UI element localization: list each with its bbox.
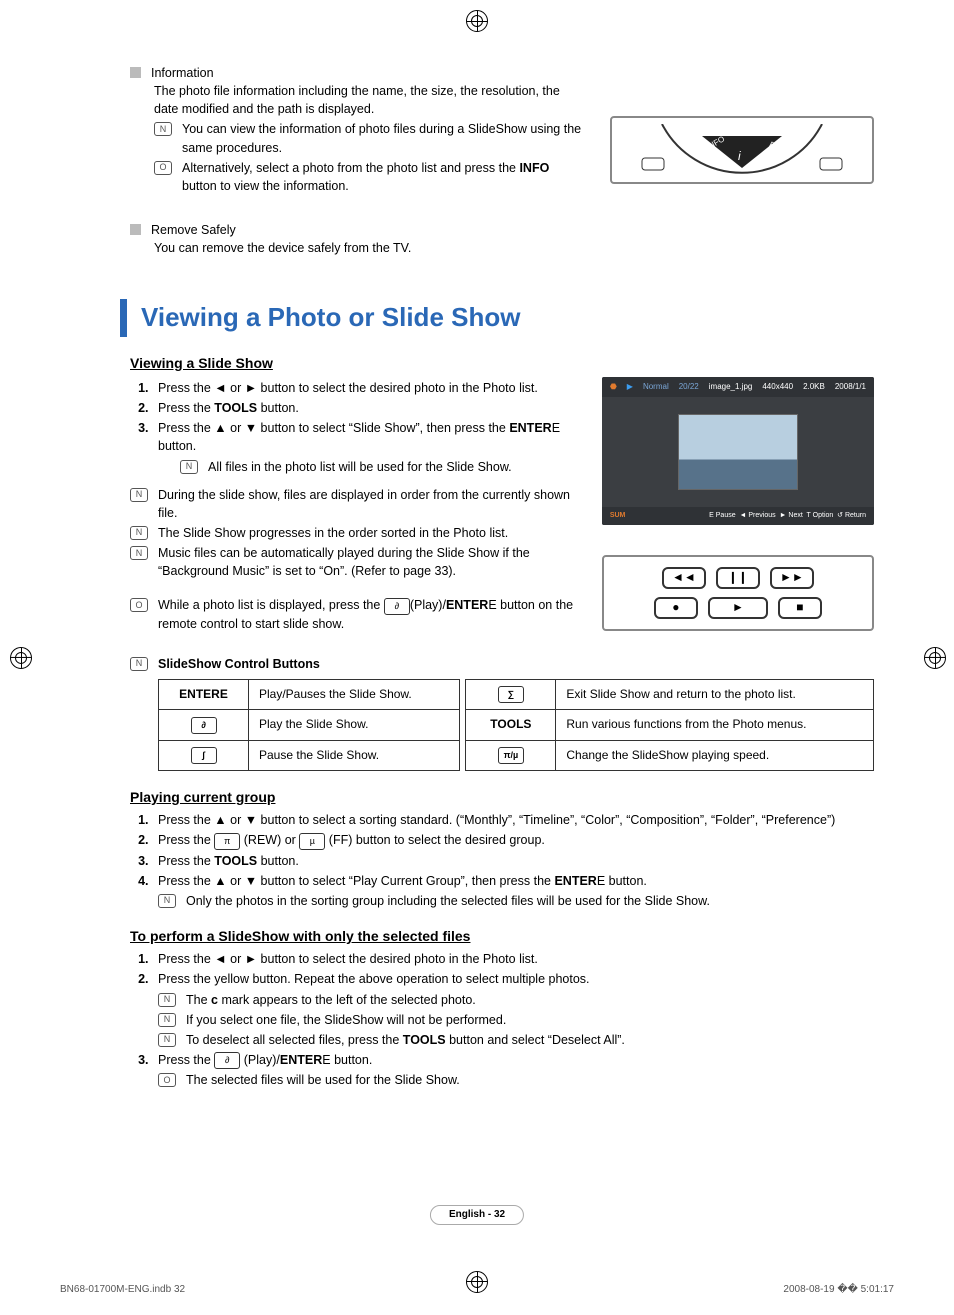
check-icon: c <box>211 993 218 1007</box>
stop-icon: ∑ <box>498 686 524 703</box>
sel-step2: Press the yellow button. Repeat the abov… <box>152 970 874 1049</box>
note-icon: N <box>158 1013 176 1027</box>
page-content: Information The photo file information i… <box>130 60 874 1089</box>
note-icon: N <box>130 546 148 560</box>
rew-ff-icon: π/µ <box>498 747 524 764</box>
play-icon: ∂ <box>214 1052 240 1069</box>
ctrl-title: SlideShow Control Buttons <box>158 655 320 673</box>
pg-step2: Press the π (REW) or µ (FF) button to se… <box>152 831 874 849</box>
viewing-step1: Press the ◄ or ► button to select the de… <box>152 379 578 397</box>
bullet-icon <box>130 67 141 78</box>
viewing-bullet2: The Slide Show progresses in the order s… <box>158 524 508 542</box>
info-note2: Alternatively, select a photo from the p… <box>182 159 586 195</box>
rew-key: ◄◄ <box>662 567 706 589</box>
rew-icon: π <box>214 833 240 850</box>
stop-key: ■ <box>778 597 822 619</box>
info-note1: You can view the information of photo fi… <box>182 120 586 156</box>
page-number: English - 32 <box>430 1204 524 1226</box>
sel-step1: Press the ◄ or ► button to select the de… <box>152 950 874 968</box>
tv-photo <box>678 414 798 490</box>
info-desc: The photo file information including the… <box>154 82 586 118</box>
note-icon: N <box>130 526 148 540</box>
viewing-step3: Press the ▲ or ▼ button to select “Slide… <box>152 419 578 475</box>
footer: BN68-01700M-ENG.indb 32 2008-08-19 �� 5:… <box>60 1283 894 1298</box>
bullet-icon <box>130 224 141 235</box>
note-icon: N <box>130 657 148 671</box>
svg-text:i: i <box>738 149 741 163</box>
playgroup-heading: Playing current group <box>130 787 874 807</box>
remote-diagram-info: INFO EXIT i <box>610 116 874 184</box>
play-icon: ∂ <box>384 598 410 615</box>
footer-right: 2008-08-19 �� 5:01:17 <box>783 1283 894 1298</box>
option-icon: O <box>158 1073 176 1087</box>
control-table: ENTERE Play/Pauses the Slide Show. ∑ Exi… <box>158 679 874 771</box>
remove-desc: You can remove the device safely from th… <box>154 241 411 255</box>
pause-icon: ∫ <box>191 747 217 764</box>
option-icon: O <box>130 598 148 612</box>
footer-left: BN68-01700M-ENG.indb 32 <box>60 1283 185 1298</box>
remove-heading: Remove Safely <box>151 223 236 237</box>
option-icon: O <box>154 161 172 175</box>
play-key: ► <box>708 597 768 619</box>
selected-heading: To perform a SlideShow with only the sel… <box>130 926 874 946</box>
pg-step1: Press the ▲ or ▼ button to select a sort… <box>152 811 874 829</box>
note-icon: N <box>158 894 176 908</box>
tv-preview: ⬣ ▶ Normal 20/22 image_1.jpg 440x440 2.0… <box>602 377 874 525</box>
remote-diagram-play: ◄◄ ❙❙ ►► ● ► ■ <box>602 555 874 631</box>
note-icon: N <box>158 1033 176 1047</box>
viewing-heading: Viewing a Slide Show <box>130 353 874 373</box>
ff-icon: µ <box>299 833 325 850</box>
play-icon: ∂ <box>191 717 217 734</box>
viewing-bullet1: During the slide show, files are display… <box>158 486 578 522</box>
section-title: Viewing a Photo or Slide Show <box>120 299 874 337</box>
note-icon: N <box>180 460 198 474</box>
viewing-bullet3: Music files can be automatically played … <box>158 544 578 580</box>
note-icon: N <box>130 488 148 502</box>
sel-step3: Press the ∂ (Play)/ENTERE button. OThe s… <box>152 1051 874 1089</box>
note-icon: N <box>158 993 176 1007</box>
viewing-step2: Press the TOOLS button. <box>152 399 578 417</box>
info-heading: Information <box>151 66 214 80</box>
pg-step3: Press the TOOLS button. <box>152 852 874 870</box>
svg-text:EXIT: EXIT <box>768 140 788 157</box>
rec-key: ● <box>654 597 698 619</box>
note-icon: N <box>154 122 172 136</box>
ff-key: ►► <box>770 567 814 589</box>
pg-step4: Press the ▲ or ▼ button to select “Play … <box>152 872 874 910</box>
viewing-bullet4: While a photo list is displayed, press t… <box>158 596 578 632</box>
tv-icon: ⬣ <box>610 381 617 393</box>
pause-key: ❙❙ <box>716 567 760 589</box>
